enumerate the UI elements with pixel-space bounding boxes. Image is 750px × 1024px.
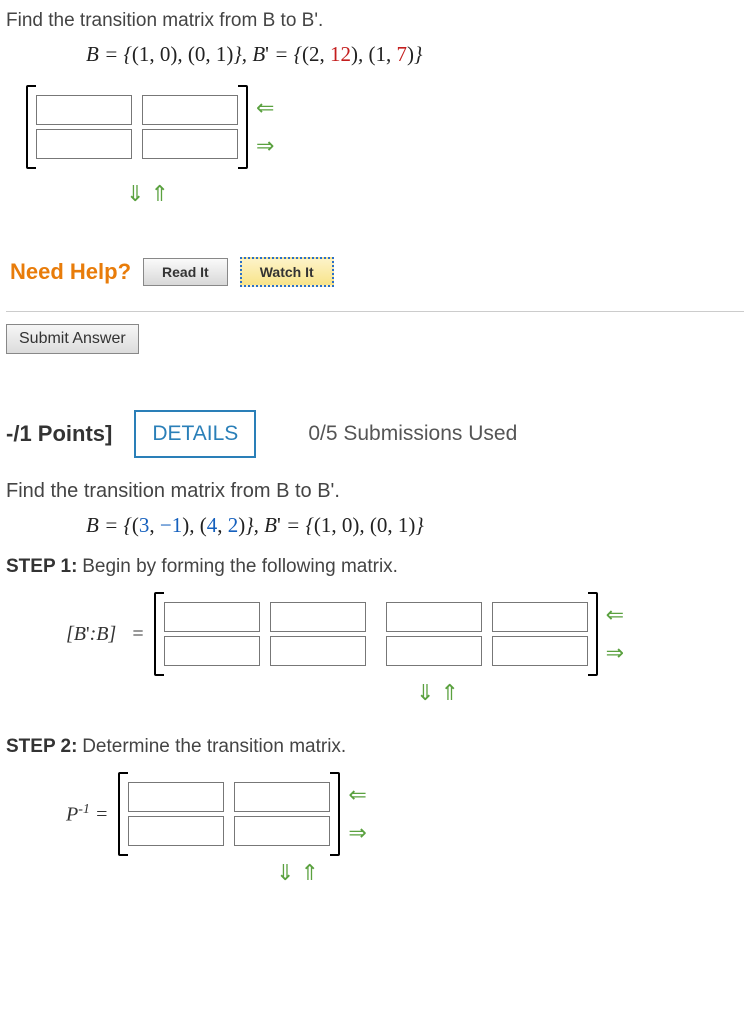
- arrow-down-icon[interactable]: ⇓: [126, 181, 144, 207]
- arrow-down-icon[interactable]: ⇓: [276, 860, 294, 886]
- step1: STEP 1: Begin by forming the following m…: [6, 556, 744, 578]
- arrow-right-icon[interactable]: ⇒: [348, 820, 366, 846]
- arrow-down-icon[interactable]: ⇓: [416, 680, 434, 706]
- need-help-label: Need Help?: [10, 259, 131, 285]
- s2-m-0-1[interactable]: [234, 782, 330, 812]
- arrow-left-icon[interactable]: ⇐: [348, 782, 366, 808]
- step1-matrix-label: [B':B]: [66, 623, 116, 646]
- arrow-right-icon[interactable]: ⇒: [606, 640, 624, 666]
- s2-m-1-1[interactable]: [234, 816, 330, 846]
- s1-m-1-1[interactable]: [270, 636, 366, 666]
- q2-prompt: Find the transition matrix from B to B'.: [6, 480, 744, 503]
- s1-m-0-1[interactable]: [270, 602, 366, 632]
- step1-text: Begin by forming the following matrix.: [82, 556, 398, 577]
- step2-matrix-label: P-1 =: [66, 802, 108, 827]
- step1-label: STEP 1:: [6, 556, 77, 577]
- s1-m-0-2[interactable]: [386, 602, 482, 632]
- s1-m-0-0[interactable]: [164, 602, 260, 632]
- arrow-up-icon[interactable]: ⇑: [150, 181, 168, 207]
- s2-m-1-0[interactable]: [128, 816, 224, 846]
- q2-step2-matrix: P-1 = ⇐ ⇒: [66, 772, 744, 856]
- arrow-up-icon[interactable]: ⇑: [440, 680, 458, 706]
- step2-text: Determine the transition matrix.: [82, 736, 346, 757]
- points-label: -/1 Points]: [6, 421, 112, 447]
- q2-bases: B = {(3, −1), (4, 2)}, B' = {(1, 0), (0,…: [86, 513, 744, 538]
- s1-m-1-3[interactable]: [492, 636, 588, 666]
- s1-col-arrows[interactable]: ⇓ ⇑: [416, 680, 744, 706]
- q1-col-arrows[interactable]: ⇓ ⇑: [126, 181, 744, 207]
- need-help-row: Need Help? Read It Watch It: [10, 257, 744, 287]
- q2-step1-matrix: [B':B] = ⇐ ⇒: [66, 592, 744, 676]
- s1-m-1-2[interactable]: [386, 636, 482, 666]
- arrow-left-icon[interactable]: ⇐: [606, 602, 624, 628]
- score-row: -/1 Points] DETAILS 0/5 Submissions Used: [6, 410, 744, 458]
- s1-m-1-0[interactable]: [164, 636, 260, 666]
- step2-label: STEP 2:: [6, 736, 77, 757]
- arrow-up-icon[interactable]: ⇑: [300, 860, 318, 886]
- q1-m-0-0[interactable]: [36, 95, 132, 125]
- read-it-button[interactable]: Read It: [143, 258, 228, 286]
- q1-m-1-1[interactable]: [142, 129, 238, 159]
- arrow-left-icon[interactable]: ⇐: [256, 95, 274, 121]
- details-button[interactable]: DETAILS: [134, 410, 256, 458]
- step2: STEP 2: Determine the transition matrix.: [6, 736, 744, 758]
- q1-prompt: Find the transition matrix from B to B'.: [6, 10, 744, 32]
- s2-col-arrows[interactable]: ⇓ ⇑: [276, 860, 744, 886]
- q1-matrix-input: ⇐ ⇒: [26, 85, 274, 169]
- q1-m-1-0[interactable]: [36, 129, 132, 159]
- s1-m-0-3[interactable]: [492, 602, 588, 632]
- s2-m-0-0[interactable]: [128, 782, 224, 812]
- submit-answer-button[interactable]: Submit Answer: [6, 324, 139, 354]
- watch-it-button[interactable]: Watch It: [240, 257, 334, 287]
- q1-m-0-1[interactable]: [142, 95, 238, 125]
- submissions-used: 0/5 Submissions Used: [308, 422, 517, 446]
- arrow-right-icon[interactable]: ⇒: [256, 133, 274, 159]
- q1-bases: B = {(1, 0), (0, 1)}, B' = {(2, 12), (1,…: [86, 42, 744, 67]
